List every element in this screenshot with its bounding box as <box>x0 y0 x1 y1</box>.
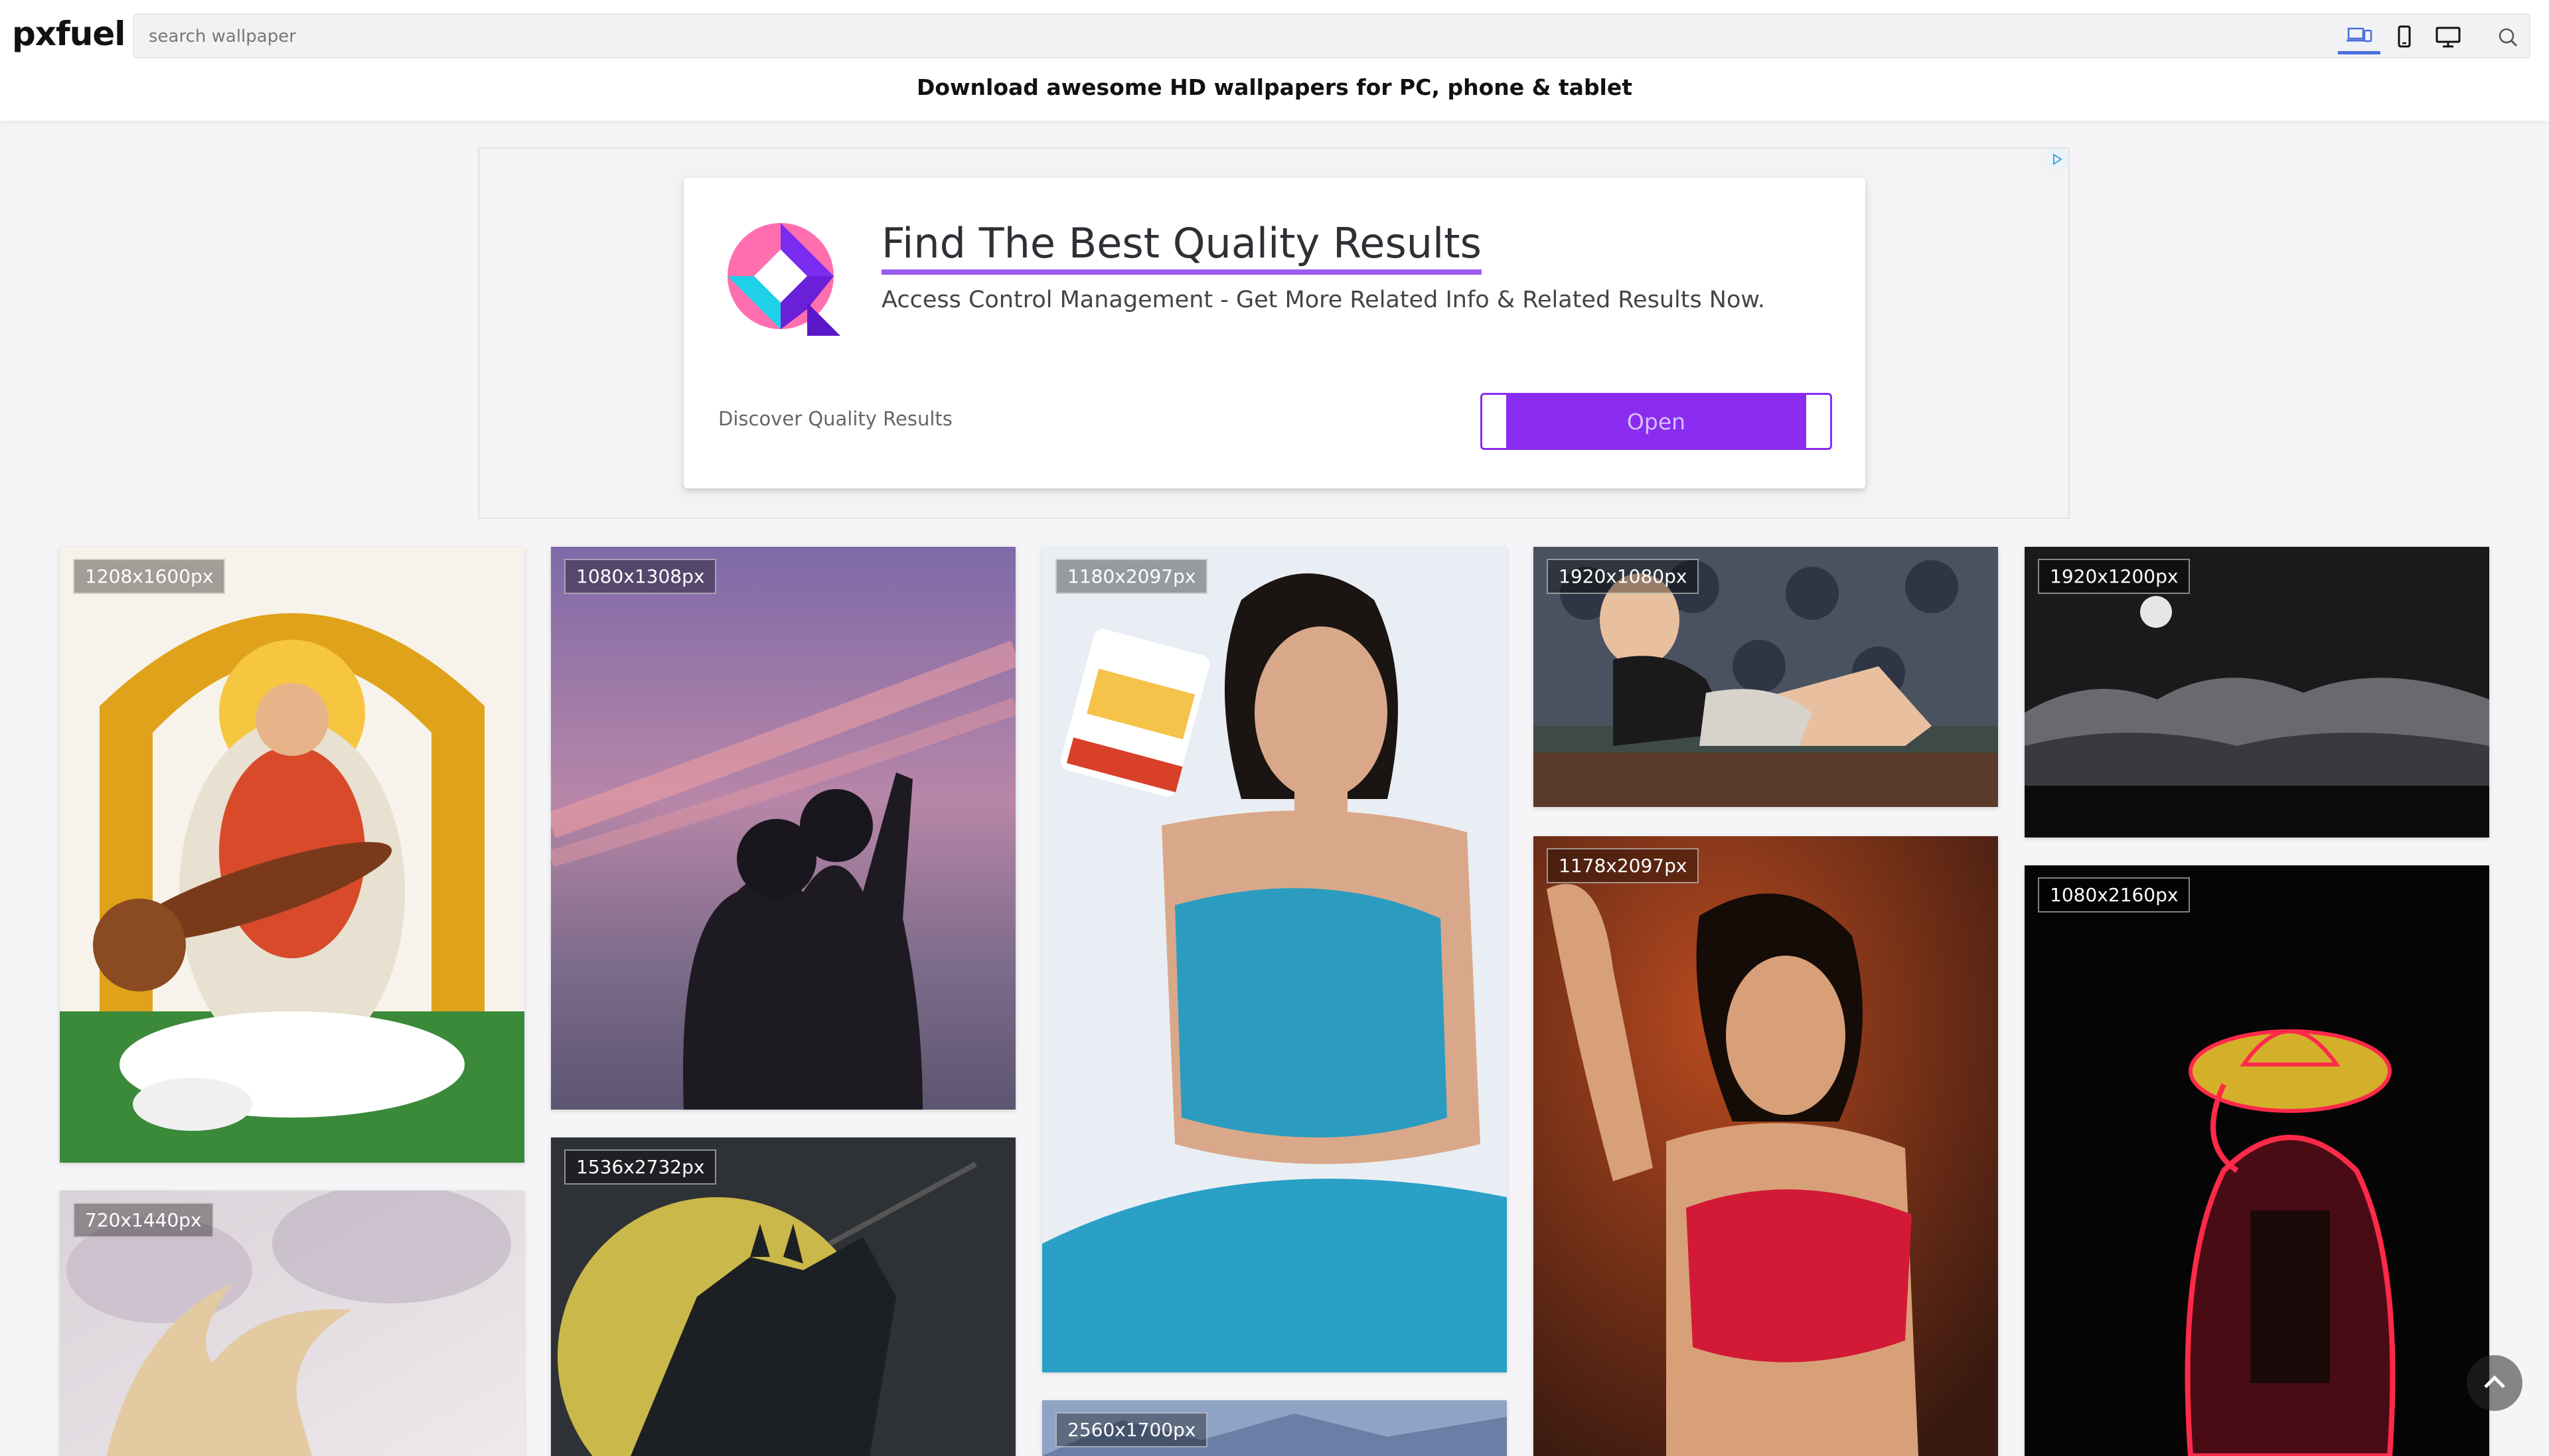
scroll-to-top-button[interactable] <box>2467 1355 2522 1411</box>
woman-portrait-wallpaper-image <box>1042 547 1507 1372</box>
goddess-wallpaper-image <box>60 547 524 1163</box>
search-input[interactable] <box>147 23 2341 50</box>
resolution-badge: 720x1440px <box>73 1202 214 1238</box>
resolution-badge: 1920x1080px <box>1547 559 1699 594</box>
ad-title[interactable]: Find The Best Quality Results <box>882 218 1482 275</box>
wallpaper-card[interactable]: 1536x2732px <box>551 1137 1016 1456</box>
ad-open-button[interactable]: Open <box>1480 393 1832 450</box>
resolution-badge: 1178x2097px <box>1547 848 1699 883</box>
pirate-wallpaper-image <box>2025 865 2489 1456</box>
wallpaper-card[interactable]: 2560x1700px <box>1042 1400 1507 1456</box>
woman-red-top-wallpaper-image <box>1533 836 1998 1456</box>
wallpaper-card[interactable]: 1178x2097px <box>1533 836 1998 1456</box>
wallpaper-card[interactable]: 1208x1600px <box>60 547 524 1163</box>
wallpaper-card[interactable]: 1080x1308px <box>551 547 1016 1110</box>
search-icon <box>2499 28 2518 47</box>
wallpaper-card[interactable]: 720x1440px <box>60 1191 524 1456</box>
resolution-badge: 1080x2160px <box>2038 877 2191 912</box>
ad-footer-text: Discover Quality Results <box>718 407 953 430</box>
filter-all-devices-button[interactable] <box>2338 20 2380 54</box>
desktop-icon <box>2435 27 2461 48</box>
resolution-badge: 1208x1600px <box>73 559 226 594</box>
resolution-badge: 2560x1700px <box>1055 1412 1208 1447</box>
search-bar <box>133 13 2530 58</box>
ad-banner[interactable]: Find The Best Quality Results Access Con… <box>478 147 2070 519</box>
ad-brand-logo-icon <box>728 223 840 336</box>
search-button[interactable] <box>2487 20 2529 54</box>
top-header: pxfuel search wallpaper Download awesome… <box>0 0 2549 121</box>
wallpaper-card[interactable]: 1920x1080px <box>1533 547 1998 807</box>
site-logo[interactable]: pxfuel <box>12 15 125 53</box>
ad-description: Access Control Management - Get More Rel… <box>882 287 1765 313</box>
filter-phone-button[interactable] <box>2383 20 2426 54</box>
chevron-up-icon <box>2484 1375 2505 1388</box>
filter-desktop-button[interactable] <box>2427 20 2469 54</box>
devices-icon <box>2347 27 2372 42</box>
resolution-badge: 1536x2732px <box>564 1149 717 1185</box>
ad-card[interactable]: Find The Best Quality Results Access Con… <box>684 178 1865 488</box>
phone-icon <box>2398 25 2411 48</box>
resolution-badge: 1180x2097px <box>1055 559 1208 594</box>
ad-choices-icon[interactable] <box>2047 150 2067 169</box>
ad-open-label: Open <box>1506 395 1806 448</box>
wallpaper-card[interactable]: 1080x2160px <box>2025 865 2489 1456</box>
resolution-badge: 1080x1308px <box>564 559 717 594</box>
batman-wallpaper-image <box>551 1137 1016 1456</box>
wallpaper-card[interactable]: 1180x2097px <box>1042 547 1507 1372</box>
couple-sunset-wallpaper-image <box>551 547 1016 1110</box>
wallpaper-card[interactable]: 1920x1200px <box>2025 547 2489 837</box>
resolution-badge: 1920x1200px <box>2038 559 2191 594</box>
page-tagline: Download awesome HD wallpapers for PC, p… <box>916 74 1633 100</box>
